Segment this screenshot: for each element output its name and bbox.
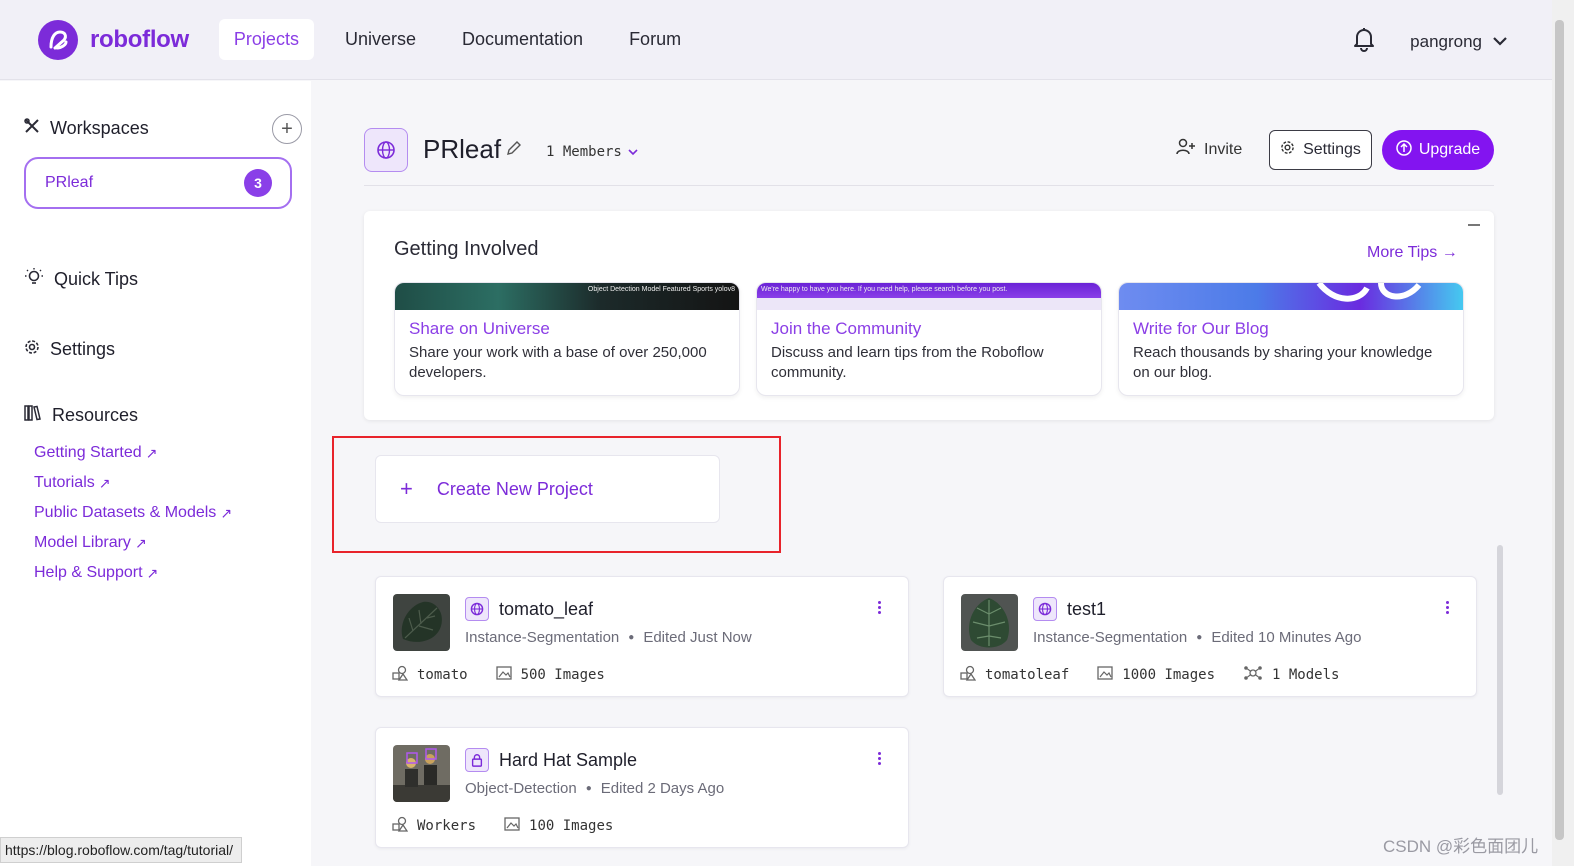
project-classes: tomatoleaf: [960, 665, 1069, 685]
workspace-item-prleaf[interactable]: PRleaf 3: [24, 157, 292, 209]
external-link-icon: ↗: [145, 444, 158, 461]
workspace-title: PRleaf: [423, 134, 502, 164]
resource-link-getting-started[interactable]: Getting Started ↗: [34, 438, 232, 468]
pencil-icon[interactable]: [506, 140, 522, 161]
project-card-tomato-leaf[interactable]: tomato_leaf Instance-Segmentation ● Edited…: [375, 576, 909, 697]
chevron-down-icon: [628, 144, 638, 160]
external-link-icon: ↗: [98, 474, 111, 491]
watermark: CSDN @彩色面团儿: [1383, 837, 1539, 856]
tip-card-blog[interactable]: Write for Our Blog Reach thousands by sh…: [1118, 282, 1464, 396]
upgrade-button[interactable]: Upgrade: [1382, 130, 1494, 170]
project-meta: Instance-Segmentation ● Edited Just Now: [465, 629, 752, 646]
user-menu[interactable]: pangrong: [1410, 32, 1482, 52]
project-thumbnail: [393, 594, 450, 651]
tip-card-universe[interactable]: Object Detection Model Featured Sports y…: [394, 282, 740, 396]
more-options-icon[interactable]: [878, 752, 882, 767]
project-name[interactable]: Hard Hat Sample: [499, 750, 637, 771]
sidebar: Workspaces + PRleaf 3 Quick Tips Setting…: [0, 81, 311, 866]
workspace-count-badge: 3: [244, 169, 272, 197]
arrow-right-icon: →: [1441, 244, 1458, 261]
getting-involved-title: Getting Involved: [394, 238, 539, 260]
more-options-icon[interactable]: [878, 601, 882, 616]
lightbulb-icon: [24, 267, 54, 292]
tip-banner-image: We're happy to have you here. If you nee…: [757, 283, 1101, 310]
plus-icon: +: [400, 476, 413, 501]
brand-name: roboflow: [90, 25, 189, 53]
project-name[interactable]: tomato_leaf: [499, 599, 593, 620]
project-classes: tomato: [392, 665, 468, 685]
shapes-icon: [960, 665, 985, 685]
nav-forum[interactable]: Forum: [614, 19, 696, 60]
invite-button[interactable]: Invite: [1176, 138, 1242, 161]
members-dropdown[interactable]: 1 Members: [546, 144, 638, 160]
project-card-test1[interactable]: test1 Instance-Segmentation ● Edited 10 Mi…: [943, 576, 1477, 697]
workspaces-heading: Workspaces: [24, 118, 149, 139]
collapse-icon[interactable]: [1468, 224, 1480, 226]
tip-banner-image: [1119, 283, 1463, 310]
tip-card-community[interactable]: We're happy to have you here. If you nee…: [756, 282, 1102, 396]
settings-link[interactable]: Settings: [24, 339, 115, 360]
status-bar-url: https://blog.roboflow.com/tag/tutorial/: [0, 837, 243, 863]
add-workspace-button[interactable]: +: [272, 114, 302, 144]
image-icon: [504, 817, 529, 835]
tip-banner-image: Object Detection Model Featured Sports y…: [395, 283, 739, 310]
project-name[interactable]: test1: [1067, 599, 1106, 620]
external-link-icon: ↗: [134, 534, 147, 551]
project-thumbnail: [393, 745, 450, 802]
roboflow-logo[interactable]: roboflow: [38, 19, 189, 60]
more-options-icon[interactable]: [1446, 601, 1450, 616]
bell-icon[interactable]: [1352, 26, 1376, 57]
chevron-down-icon[interactable]: [1492, 33, 1508, 51]
roboflow-logo-icon: [38, 19, 78, 60]
create-new-project-button[interactable]: + Create New Project: [375, 455, 720, 523]
shapes-icon: [392, 665, 417, 685]
getting-involved-panel: Getting Involved More Tips → Object Dete…: [364, 211, 1494, 420]
globe-icon: [364, 128, 408, 172]
resource-link-tutorials[interactable]: Tutorials ↗: [34, 468, 232, 498]
add-user-icon: [1176, 138, 1204, 161]
resource-link-model-library[interactable]: Model Library ↗: [34, 528, 232, 558]
external-link-icon: ↗: [220, 504, 233, 521]
project-meta: Object-Detection ● Edited 2 Days Ago: [465, 780, 725, 797]
lock-icon: [465, 748, 489, 772]
gear-icon: [24, 339, 50, 360]
image-icon: [495, 666, 521, 684]
nav-universe[interactable]: Universe: [330, 19, 431, 60]
project-card-hard-hat-sample[interactable]: Hard Hat Sample Object-Detection ● Edited …: [375, 727, 909, 848]
upload-icon: [1396, 139, 1419, 161]
project-models: 1 Models: [1243, 665, 1339, 685]
books-icon: [24, 405, 52, 426]
gear-icon: [1280, 140, 1303, 160]
quick-tips-link[interactable]: Quick Tips: [24, 267, 138, 292]
nav-projects[interactable]: Projects: [218, 19, 314, 60]
globe-icon: [465, 597, 489, 621]
resource-link-public-datasets[interactable]: Public Datasets & Models ↗: [34, 498, 232, 528]
project-thumbnail: [961, 594, 1018, 651]
project-meta: Instance-Segmentation ● Edited 10 Minutes …: [1033, 629, 1362, 646]
resource-link-help-support[interactable]: Help & Support ↗: [34, 558, 232, 588]
tools-icon: [24, 118, 50, 139]
projects-scrollbar[interactable]: [1497, 545, 1503, 795]
resources-heading: Resources: [24, 405, 138, 426]
shapes-icon: [392, 816, 417, 836]
globe-icon: [1033, 597, 1057, 621]
more-tips-link[interactable]: More Tips →: [1367, 244, 1458, 262]
network-icon: [1243, 665, 1272, 685]
project-images: 1000 Images: [1097, 666, 1215, 684]
project-images: 500 Images: [495, 666, 605, 684]
window-scrollbar-thumb[interactable]: [1555, 20, 1564, 840]
top-navbar: roboflow Projects Universe Documentation…: [0, 0, 1552, 80]
nav-documentation[interactable]: Documentation: [447, 19, 598, 60]
project-images: 100 Images: [504, 817, 613, 835]
external-link-icon: ↗: [146, 564, 159, 581]
workspace-settings-button[interactable]: Settings: [1269, 130, 1372, 170]
project-classes: Workers: [392, 816, 476, 836]
workspace-header: PRleaf 1 Members Invite Settings Upgrade: [364, 128, 1494, 186]
image-icon: [1097, 666, 1122, 684]
